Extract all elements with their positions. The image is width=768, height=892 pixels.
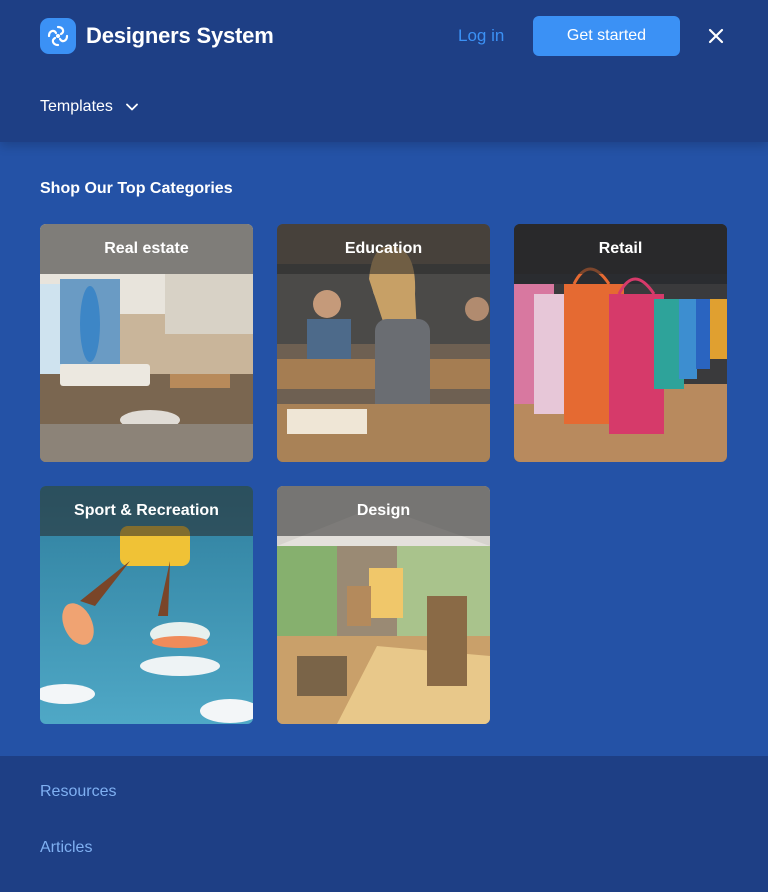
brand-name: Designers System xyxy=(86,23,274,48)
resources-link[interactable]: Resources xyxy=(40,783,116,801)
footer: Resources Articles xyxy=(0,756,768,892)
templates-dropdown[interactable]: Templates xyxy=(40,98,139,116)
header: Designers System Log in Get started Temp… xyxy=(0,0,768,142)
category-label: Education xyxy=(277,224,490,274)
swirl-logo-icon xyxy=(40,18,76,54)
category-label: Retail xyxy=(514,224,727,274)
close-icon[interactable] xyxy=(704,24,728,48)
articles-link[interactable]: Articles xyxy=(40,839,92,857)
category-card-sport-recreation[interactable]: Sport & Recreation xyxy=(40,486,253,724)
categories-section: Shop Our Top Categories Real estate Educ… xyxy=(0,142,768,756)
login-link[interactable]: Log in xyxy=(458,26,504,46)
category-card-real-estate[interactable]: Real estate xyxy=(40,224,253,462)
section-title: Shop Our Top Categories xyxy=(40,180,233,197)
category-card-retail[interactable]: Retail xyxy=(514,224,727,462)
category-card-design[interactable]: Design xyxy=(277,486,490,724)
category-card-education[interactable]: Education xyxy=(277,224,490,462)
get-started-button[interactable]: Get started xyxy=(533,16,680,56)
category-label: Sport & Recreation xyxy=(40,486,253,536)
templates-label: Templates xyxy=(40,98,113,115)
category-label: Design xyxy=(277,486,490,536)
brand-logo[interactable]: Designers System xyxy=(40,18,274,54)
category-label: Real estate xyxy=(40,224,253,274)
chevron-down-icon xyxy=(125,100,139,114)
